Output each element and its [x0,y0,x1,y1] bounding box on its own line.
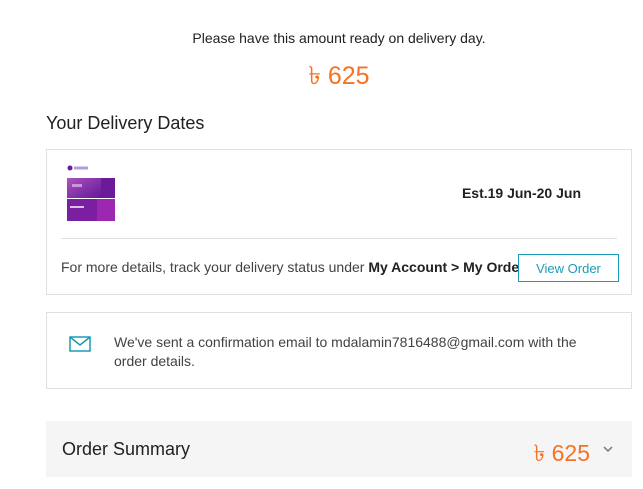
email-confirmation-text: We've sent a confirmation email to mdala… [114,334,577,369]
cod-amount: ৳ 625 [308,62,370,90]
order-summary-amount: ৳ 625 [533,440,590,466]
divider [61,238,617,239]
order-confirmation-page: Please have this amount ready on deliver… [0,0,643,489]
estimated-delivery-date: Est.19 Jun-20 Jun [461,185,581,201]
track-path: My Account > My Order [368,259,525,275]
track-info-text: For more details, track your delivery st… [61,259,369,275]
order-summary-title: Order Summary [62,439,191,459]
delivery-section-title: Your Delivery Dates [46,113,205,133]
product-thumbnail [67,165,115,221]
order-summary-toggle[interactable]: Order Summary ৳ 625 [46,421,632,477]
view-order-button[interactable]: View Order [518,254,619,282]
chevron-down-icon[interactable] [602,443,614,455]
cod-note: Please have this amount ready on deliver… [192,30,486,46]
mail-icon [69,336,91,352]
email-confirmation-card: We've sent a confirmation email to mdala… [46,312,632,389]
delivery-card: Est.19 Jun-20 Jun For more details, trac… [46,149,632,295]
track-info: For more details, track your delivery st… [61,259,525,275]
